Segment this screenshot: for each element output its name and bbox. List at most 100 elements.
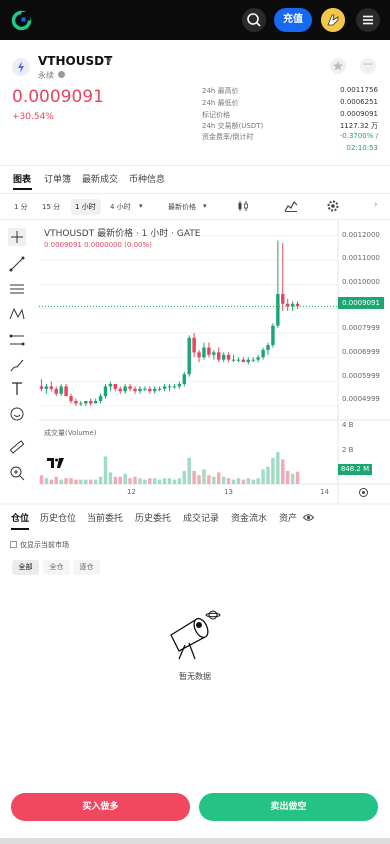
- text-icon[interactable]: [8, 380, 26, 398]
- fib-icon[interactable]: [8, 331, 26, 349]
- candle: [251, 359, 255, 361]
- ruler-icon[interactable]: [8, 438, 26, 456]
- candle: [162, 386, 167, 389]
- candle: [182, 374, 186, 384]
- sell-short-button[interactable]: 卖出做空: [199, 793, 378, 821]
- volume-bar: [236, 478, 241, 484]
- tab-position-history[interactable]: 历史仓位: [40, 511, 76, 524]
- brush-icon[interactable]: [8, 356, 26, 374]
- volume-bar: [59, 479, 63, 484]
- eye-icon[interactable]: [303, 513, 314, 522]
- volume-bar: [212, 476, 216, 484]
- volume-label: 成交量(Volume): [44, 429, 97, 437]
- candle: [285, 303, 290, 307]
- chart-title: VTHOUSDT 最新价格 · 1 小时 · GATE: [44, 229, 201, 239]
- candle: [98, 396, 103, 401]
- volume-bar: [182, 470, 186, 484]
- tab-order-history[interactable]: 历史委托: [135, 511, 171, 524]
- tab-fund-flow[interactable]: 资金流水: [231, 511, 267, 524]
- candle: [281, 294, 285, 304]
- candle: [54, 388, 58, 394]
- current-market-checkbox[interactable]: [10, 541, 17, 548]
- candle: [153, 388, 157, 392]
- reset-chart-icon[interactable]: [358, 487, 369, 498]
- y-tick: 0.0004999: [342, 395, 380, 403]
- candle: [143, 388, 147, 390]
- pattern-icon[interactable]: [8, 305, 26, 323]
- y-tick: 0.0010000: [342, 278, 380, 286]
- volume-tick: 4 B: [342, 421, 354, 429]
- candle: [148, 388, 152, 392]
- volume-bar: [197, 475, 201, 484]
- crosshair-icon[interactable]: [8, 228, 26, 246]
- volume-bar: [217, 472, 221, 484]
- candle: [217, 352, 221, 360]
- emoji-icon[interactable]: [8, 405, 26, 423]
- candle: [44, 386, 49, 389]
- volume-bar: [295, 471, 300, 484]
- volume-bar: [281, 459, 285, 484]
- candle: [231, 359, 236, 361]
- volume-bar: [153, 478, 157, 484]
- candle: [271, 325, 275, 346]
- candle: [212, 352, 216, 355]
- candle: [261, 349, 265, 358]
- volume-bar: [271, 457, 275, 484]
- candle: [246, 359, 251, 363]
- y-tick: 0.0006999: [342, 348, 380, 356]
- volume-bar: [98, 476, 103, 484]
- volume-bar: [207, 475, 211, 484]
- volume-bar: [103, 456, 108, 484]
- filter-cross[interactable]: 全仓: [43, 560, 70, 575]
- candle: [192, 337, 196, 353]
- tab-assets[interactable]: 资产: [279, 511, 297, 524]
- candle: [59, 386, 63, 394]
- tab-trade-history[interactable]: 成交记录: [183, 511, 219, 524]
- tab-open-orders[interactable]: 当前委托: [87, 511, 123, 524]
- empty-telescope-icon: [170, 610, 221, 660]
- volume-bar: [88, 479, 93, 484]
- trend-line-icon[interactable]: [8, 255, 26, 273]
- x-tick: 14: [320, 488, 329, 496]
- x-tick: 13: [224, 488, 233, 496]
- volume-bar: [133, 476, 137, 484]
- candle: [138, 388, 142, 392]
- volume-bar: [202, 469, 206, 484]
- volume-bar: [157, 479, 162, 484]
- volume-bar: [256, 478, 260, 484]
- volume-bar: [251, 479, 255, 484]
- filter-isolated[interactable]: 逐仓: [73, 560, 100, 575]
- candle: [79, 403, 83, 405]
- volume-bar: [138, 478, 142, 484]
- volume-bar: [241, 479, 246, 484]
- volume-bar: [74, 479, 78, 484]
- candle: [118, 388, 122, 392]
- candle: [123, 386, 127, 392]
- tab-positions[interactable]: 仓位: [11, 511, 29, 524]
- zoom-in-icon[interactable]: [8, 464, 26, 482]
- volume-bar: [285, 470, 290, 484]
- volume-bar: [84, 479, 88, 484]
- volume-bar: [231, 479, 236, 484]
- volume-bar: [64, 478, 68, 484]
- horizontal-lines-icon[interactable]: [8, 280, 26, 298]
- volume-last-tag: 848.2 M: [338, 464, 372, 475]
- volume-bar: [290, 473, 295, 484]
- candle: [128, 386, 132, 389]
- candle: [266, 345, 270, 350]
- volume-bar: [226, 478, 231, 484]
- volume-bar: [261, 469, 265, 484]
- y-tick: 0.0007999: [342, 324, 380, 332]
- candle: [197, 352, 201, 358]
- candle: [103, 386, 108, 397]
- volume-bar: [118, 476, 122, 484]
- filter-all[interactable]: 全部: [12, 560, 39, 575]
- candle: [276, 294, 280, 326]
- candle: [290, 303, 295, 307]
- buy-long-button[interactable]: 买入做多: [11, 793, 190, 821]
- volume-bar: [266, 466, 270, 484]
- candle: [88, 400, 93, 404]
- candle: [49, 386, 54, 389]
- volume-bar: [143, 479, 147, 484]
- volume-bar: [172, 479, 177, 484]
